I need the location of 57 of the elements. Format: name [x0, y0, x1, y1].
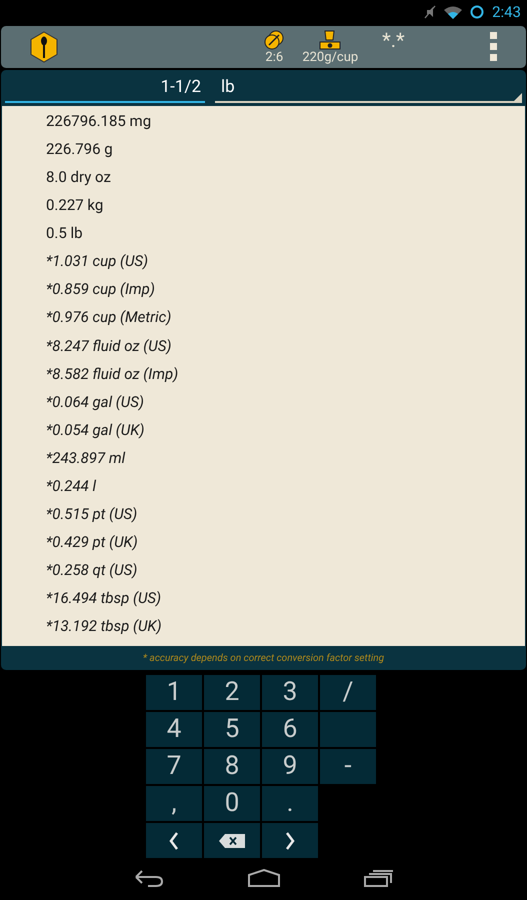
unit-dropdown[interactable]: lb — [215, 75, 522, 103]
result-row-text: 226796.185 mg — [46, 110, 152, 132]
key-button[interactable]: 3 — [262, 675, 318, 710]
result-row-text: *0.515 pt (US) — [46, 504, 138, 526]
result-row-text: *8.247 fluid oz (US) — [46, 336, 172, 357]
key-button[interactable]: 7 — [146, 749, 202, 784]
key-button[interactable]: - — [320, 749, 376, 784]
result-row-text: *0.244 l — [46, 476, 96, 498]
result-row-text: *0.064 gal (US) — [46, 392, 144, 413]
key-button[interactable]: / — [320, 675, 376, 710]
amount-field[interactable]: 1-1/2 — [5, 75, 205, 103]
home-icon[interactable] — [248, 869, 280, 887]
key-button[interactable]: 8 — [204, 749, 260, 784]
density-button[interactable]: 220g/cup — [302, 30, 358, 64]
ratio-button[interactable]: 2:6 — [264, 30, 284, 64]
result-row-text: 8.0 dry oz — [46, 166, 111, 188]
recents-icon[interactable] — [364, 869, 394, 887]
chevron-right-icon — [285, 832, 295, 850]
ratio-circles-icon — [264, 30, 284, 50]
result-row-text: *0.859 cup (Imp) — [46, 279, 155, 300]
result-row-text: *0.054 gal (UK) — [46, 420, 144, 441]
overflow-menu-icon[interactable] — [490, 32, 498, 62]
precision-label[interactable]: *.* — [382, 30, 405, 50]
chevron-left-icon — [169, 832, 179, 850]
result-row-text: 0.227 kg — [46, 195, 104, 216]
muted-icon — [424, 5, 436, 19]
dropdown-corner-icon — [514, 93, 522, 101]
key-button[interactable]: . — [262, 786, 318, 821]
result-row-text: *0.258 qt (US) — [46, 560, 138, 582]
cursor-right-button[interactable] — [262, 823, 318, 858]
result-row-text: 0.5 lb — [46, 223, 83, 244]
backspace-icon — [219, 834, 245, 848]
key-button[interactable]: 2 — [204, 675, 260, 710]
back-icon[interactable] — [134, 869, 164, 887]
key-button[interactable]: , — [146, 786, 202, 821]
result-row-text: *16.494 tbsp (US) — [46, 588, 162, 610]
key-button[interactable]: 6 — [262, 712, 318, 747]
footnote: * accuracy depends on correct conversion factor setting — [142, 652, 384, 666]
result-row-text: *243.897 ml — [46, 448, 126, 469]
result-row-text: *8.582 fluid oz (Imp) — [46, 364, 178, 385]
result-row-text: *0.429 pt (UK) — [46, 532, 138, 554]
spoon-hexagon-icon[interactable] — [29, 31, 59, 63]
result-row-text: *0.976 cup (Metric) — [46, 307, 172, 328]
result-row-text: *13.192 tbsp (UK) — [46, 616, 162, 638]
key-button[interactable]: 5 — [204, 712, 260, 747]
blender-scale-icon — [319, 30, 342, 50]
key-button[interactable]: 0 — [204, 786, 260, 821]
backspace-button[interactable] — [204, 823, 260, 858]
key-button[interactable]: 1 — [146, 675, 202, 710]
cursor-left-button[interactable] — [146, 823, 202, 858]
key-button[interactable]: 4 — [146, 712, 202, 747]
clock-time: 2:43 — [492, 2, 521, 23]
key-button[interactable]: 9 — [262, 749, 318, 784]
result-row-text: *1.031 cup (US) — [46, 251, 148, 272]
result-row-text: 226.796 g — [46, 138, 113, 160]
wifi-icon — [444, 6, 462, 18]
sync-ring-icon — [470, 5, 484, 19]
